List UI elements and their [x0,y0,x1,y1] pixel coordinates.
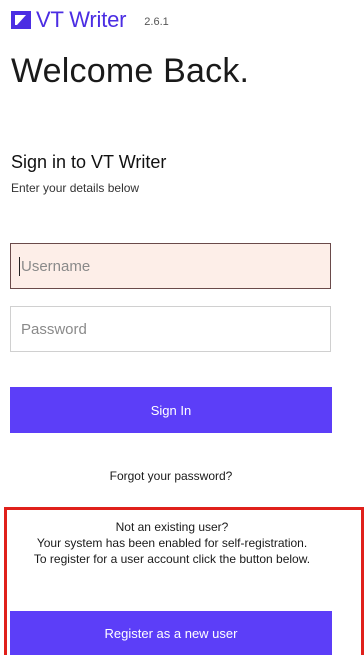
sign-in-button[interactable]: Sign In [10,387,332,433]
welcome-heading: Welcome Back. [11,52,250,90]
brand-header: VT Writer 2.6.1 [11,6,169,34]
text-caret [19,257,20,276]
app-version: 2.6.1 [144,16,169,28]
forgot-password-link[interactable]: Forgot your password? [0,469,342,483]
register-info: Not an existing user? Your system has be… [10,519,334,567]
vt-logo-icon [11,11,31,29]
username-input[interactable] [10,243,331,289]
register-line-2: Your system has been enabled for self-re… [36,536,308,550]
register-line-3: To register for a user account click the… [33,552,311,566]
app-name: VT Writer [36,7,127,32]
register-line-1: Not an existing user? [115,520,229,534]
register-button[interactable]: Register as a new user [10,611,332,655]
signin-title: Sign in to VT Writer [11,152,167,172]
signin-subtitle: Enter your details below [11,181,140,195]
password-input[interactable] [10,306,331,352]
